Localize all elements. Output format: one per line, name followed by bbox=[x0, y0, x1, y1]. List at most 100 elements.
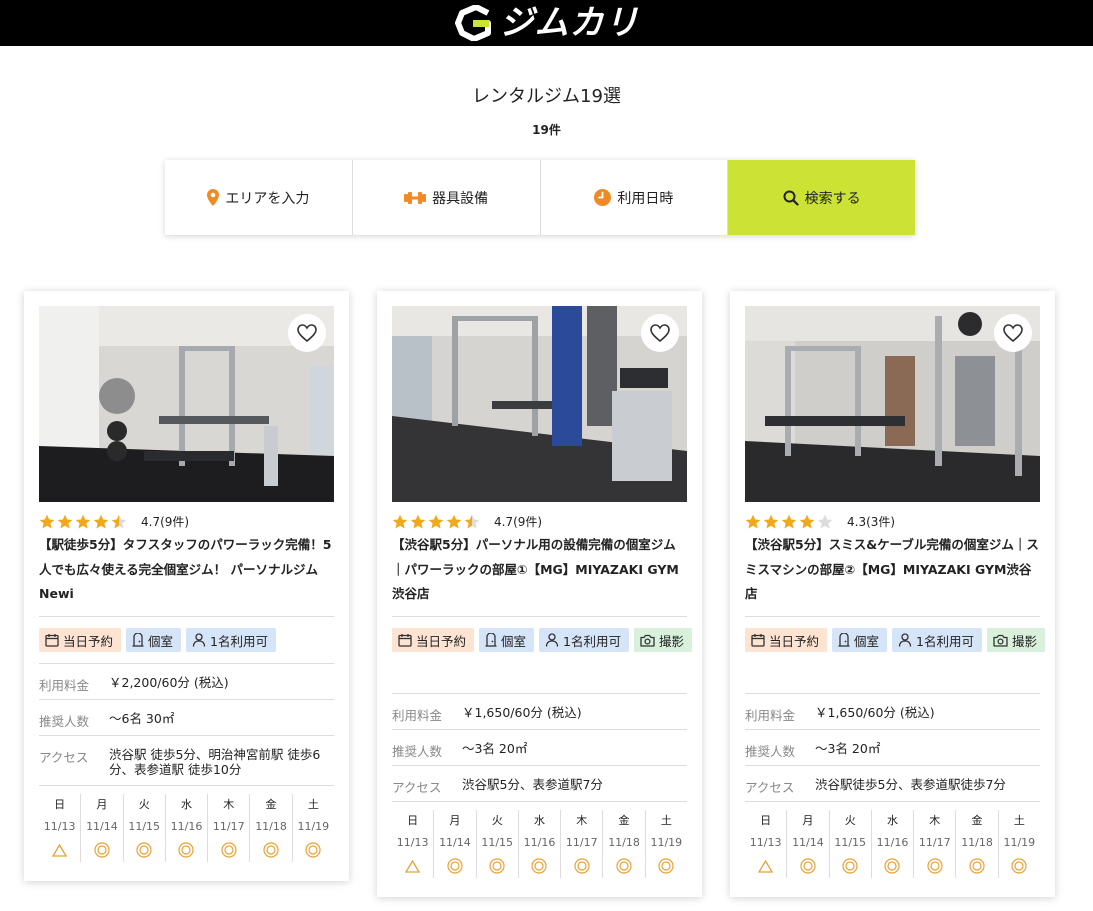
divider bbox=[392, 616, 687, 617]
calendar-day[interactable]: 日 11/13 bbox=[39, 794, 82, 862]
date-label: 11/14 bbox=[792, 836, 824, 849]
calendar-day[interactable]: 日 11/13 bbox=[392, 810, 435, 878]
calendar-day[interactable]: 月 11/14 bbox=[787, 810, 830, 878]
available-icon bbox=[208, 838, 249, 862]
calendar-day[interactable]: 水 11/16 bbox=[872, 810, 915, 878]
feature-tag-label: 当日予約 bbox=[63, 633, 114, 649]
gym-photo[interactable] bbox=[745, 306, 1040, 502]
date-label: 11/17 bbox=[565, 836, 598, 849]
calendar-day[interactable]: 日 11/13 bbox=[745, 810, 788, 878]
search-icon bbox=[783, 190, 799, 206]
calendar-day[interactable]: 火 11/15 bbox=[124, 794, 166, 862]
calendar-day[interactable]: 水 11/16 bbox=[519, 810, 562, 878]
people-row: 推奨人数 〜6名 30㎡ bbox=[39, 711, 334, 730]
divider bbox=[745, 693, 1040, 694]
access-value: 渋谷駅5分、表参道駅7分 bbox=[462, 777, 603, 792]
available-icon bbox=[603, 854, 644, 878]
weekday-label: 木 bbox=[223, 798, 235, 811]
feature-tag-label: 1名利用可 bbox=[916, 633, 974, 649]
people-label: 推奨人数 bbox=[392, 744, 443, 759]
camera-icon bbox=[993, 634, 1008, 647]
person-icon bbox=[898, 633, 912, 647]
calendar-day[interactable]: 木 11/17 bbox=[914, 810, 957, 878]
people-label: 推奨人数 bbox=[745, 744, 796, 759]
star-icon bbox=[464, 514, 480, 530]
gym-photo[interactable] bbox=[392, 306, 687, 502]
site-logo[interactable]: ジムカリ bbox=[454, 3, 640, 43]
gym-card[interactable]: 4.7(9件) 【渋谷駅5分】パーソナル用の設備完備の個室ジム｜パワーラックの部… bbox=[377, 291, 702, 897]
door-icon bbox=[132, 633, 144, 647]
gym-title[interactable]: 【渋谷駅5分】パーソナル用の設備完備の個室ジム｜パワーラックの部屋①【MG】MI… bbox=[392, 533, 688, 607]
divider bbox=[392, 693, 687, 694]
calendar-day[interactable]: 火 11/15 bbox=[830, 810, 872, 878]
calendar-day[interactable]: 金 11/18 bbox=[603, 810, 646, 878]
heart-icon bbox=[1003, 324, 1023, 342]
calendar-day[interactable]: 火 11/15 bbox=[477, 810, 519, 878]
date-label: 11/17 bbox=[212, 820, 245, 833]
feature-tag-label: 1名利用可 bbox=[210, 633, 268, 649]
brand-name: ジムカリ bbox=[499, 3, 640, 43]
rating: 4.7(9件) bbox=[392, 513, 542, 530]
people-row: 推奨人数 〜3名 20㎡ bbox=[745, 741, 1040, 760]
calendar-day[interactable]: 木 11/17 bbox=[208, 794, 251, 862]
calendar-day[interactable]: 金 11/18 bbox=[956, 810, 999, 878]
date-label: 11/19 bbox=[650, 836, 683, 849]
limited-availability-icon bbox=[745, 854, 786, 878]
available-icon bbox=[293, 838, 334, 862]
feature-tag: 個室 bbox=[479, 628, 535, 652]
calendar-day[interactable]: 月 11/14 bbox=[434, 810, 477, 878]
access-value: 渋谷駅徒歩5分、表参道駅徒歩7分 bbox=[815, 777, 1006, 792]
person-icon bbox=[192, 633, 206, 647]
result-count: 19件 bbox=[532, 123, 561, 137]
date-label: 11/16 bbox=[876, 836, 909, 849]
divider bbox=[745, 616, 1040, 617]
calendar-icon bbox=[751, 633, 765, 647]
available-icon bbox=[124, 838, 165, 862]
star-icon bbox=[446, 514, 462, 530]
equipment-select[interactable]: 器具設備 bbox=[353, 160, 541, 235]
availability-calendar: 日 11/13 月 11/14 火 11/15 水 11/16 木 11/17 金 11/18 土 11/… bbox=[392, 810, 687, 878]
weekday-label: 火 bbox=[491, 814, 503, 827]
date-label: 11/16 bbox=[170, 820, 203, 833]
weekday-label: 金 bbox=[265, 798, 277, 811]
gym-title[interactable]: 【駅徒歩5分】タフスタッフのパワーラック完備！5人でも広々使える完全個室ジム！ … bbox=[39, 533, 335, 607]
limited-availability-icon bbox=[392, 854, 433, 878]
access-label: アクセス bbox=[745, 780, 795, 795]
heart-icon bbox=[297, 324, 317, 342]
calendar-day[interactable]: 木 11/17 bbox=[561, 810, 604, 878]
fee-row: 利用料金 ￥1,650/60分 (税込) bbox=[745, 705, 1040, 724]
star-icon bbox=[781, 514, 797, 530]
calendar-day[interactable]: 水 11/16 bbox=[166, 794, 209, 862]
calendar-day[interactable]: 金 11/18 bbox=[250, 794, 293, 862]
available-icon bbox=[81, 838, 122, 862]
divider bbox=[39, 699, 334, 700]
date-label: 11/15 bbox=[481, 836, 514, 849]
calendar-day[interactable]: 土 11/19 bbox=[999, 810, 1040, 878]
fee-row: 利用料金 ￥1,650/60分 (税込) bbox=[392, 705, 687, 724]
fee-label: 利用料金 bbox=[392, 708, 443, 723]
search-button[interactable]: 検索する bbox=[728, 160, 915, 235]
date-label: 11/19 bbox=[1003, 836, 1036, 849]
gym-card[interactable]: 4.3(3件) 【渋谷駅5分】スミス&ケーブル完備の個室ジム｜スミスマシンの部屋… bbox=[730, 291, 1055, 897]
people-value: 〜3名 20㎡ bbox=[462, 741, 528, 756]
favorite-button[interactable] bbox=[288, 314, 326, 352]
access-label: アクセス bbox=[39, 750, 89, 765]
divider bbox=[39, 616, 334, 617]
calendar-day[interactable]: 月 11/14 bbox=[81, 794, 124, 862]
area-input[interactable]: エリアを入力 bbox=[165, 160, 353, 235]
fee-value: ￥2,200/60分 (税込) bbox=[109, 675, 229, 690]
gym-card[interactable]: 4.7(9件) 【駅徒歩5分】タフスタッフのパワーラック完備！5人でも広々使える… bbox=[24, 291, 349, 881]
fee-value: ￥1,650/60分 (税込) bbox=[815, 705, 935, 720]
weekday-label: 土 bbox=[660, 814, 672, 827]
favorite-button[interactable] bbox=[641, 314, 679, 352]
weekday-label: 金 bbox=[971, 814, 983, 827]
search-bar: エリアを入力 器具設備 利用日時 検索する bbox=[165, 160, 915, 235]
star-icon bbox=[745, 514, 761, 530]
calendar-day[interactable]: 土 11/19 bbox=[646, 810, 687, 878]
gym-title[interactable]: 【渋谷駅5分】スミス&ケーブル完備の個室ジム｜スミスマシンの部屋②【MG】MIY… bbox=[745, 533, 1041, 607]
calendar-day[interactable]: 土 11/19 bbox=[293, 794, 334, 862]
datetime-select[interactable]: 利用日時 bbox=[541, 160, 729, 235]
gym-photo[interactable] bbox=[39, 306, 334, 502]
favorite-button[interactable] bbox=[994, 314, 1032, 352]
weekday-label: 日 bbox=[760, 814, 772, 827]
